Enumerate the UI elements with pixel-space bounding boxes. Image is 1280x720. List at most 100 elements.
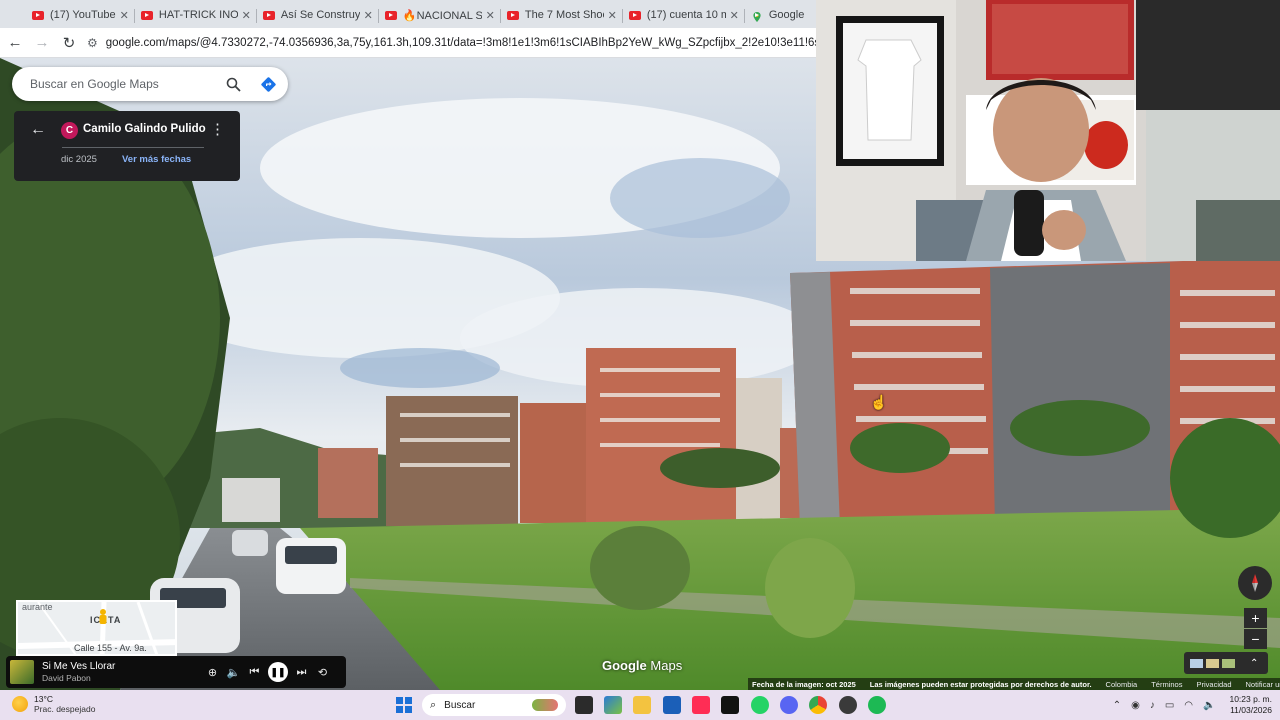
more-options-icon[interactable]: ⋮ xyxy=(210,120,225,138)
layer-thumbnail[interactable] xyxy=(1206,658,1219,668)
tab-title: 🔥NACIONAL SE CONS xyxy=(402,9,482,22)
youtube-icon xyxy=(506,10,519,20)
zoom-out-button[interactable]: − xyxy=(1244,629,1267,649)
display-icon[interactable]: ▭ xyxy=(1165,700,1174,711)
tiktok-icon[interactable] xyxy=(721,696,739,714)
pause-button[interactable]: ❚❚ xyxy=(268,662,288,682)
taskbar-search[interactable]: ⌕ Buscar xyxy=(422,694,566,716)
whatsapp-icon[interactable] xyxy=(751,696,769,714)
spotify-icon[interactable] xyxy=(868,696,886,714)
divider xyxy=(62,147,204,148)
capture-date: dic 2025 xyxy=(61,154,97,165)
volume-icon[interactable]: 🔈 xyxy=(223,666,244,679)
search-icon: ⌕ xyxy=(430,698,437,711)
address-bar[interactable]: ⚙ google.com/maps/@4.7330272,-74.0356936… xyxy=(81,31,816,55)
previous-track-icon[interactable]: ⏮ xyxy=(244,666,265,679)
close-tab-icon[interactable]: ✕ xyxy=(730,9,739,22)
weather-temperature: 13°C xyxy=(34,694,53,704)
chrome-icon[interactable] xyxy=(809,696,827,714)
browser-tab[interactable]: The 7 Most Shocking ✕ xyxy=(501,2,623,28)
clock-time: 10:23 p. m. xyxy=(1229,694,1272,704)
browser-tab[interactable]: 🔥NACIONAL SE CONS ✕ xyxy=(379,2,501,28)
url-text: google.com/maps/@4.7330272,-74.0356936,3… xyxy=(105,36,816,49)
close-tab-icon[interactable]: ✕ xyxy=(242,9,251,22)
layer-thumbnail[interactable] xyxy=(1222,658,1235,668)
task-view-icon[interactable] xyxy=(575,696,593,714)
browser-tab[interactable]: Así Se Construye La M ✕ xyxy=(257,2,379,28)
logo-maps: Maps xyxy=(650,658,683,673)
report-problem-link[interactable]: Notificar un problema xyxy=(1246,680,1280,689)
tab-title: HAT-TRICK INOLVIDABLE xyxy=(158,9,238,21)
clock-date: 11/03/2026 xyxy=(1230,705,1272,715)
system-tray: ⌃ ◉ ♪ ▭ ◠ 🔈 10:23 p. m. 11/03/2026 xyxy=(1103,694,1272,716)
logo-google: Google xyxy=(602,658,647,673)
close-tab-icon[interactable]: ✕ xyxy=(608,9,617,22)
mini-map[interactable]: aurante ICETA Calle 155 - Av. 9a. xyxy=(16,600,177,656)
expand-up-icon[interactable]: ⌃ xyxy=(1250,658,1258,669)
street-view-info-card: ← C Camilo Galindo Pulido ⋮ dic 2025 Ver… xyxy=(14,111,240,181)
search-icon[interactable] xyxy=(218,77,248,92)
system-clock[interactable]: 10:23 p. m. 11/03/2026 xyxy=(1229,694,1272,716)
show-hidden-icons-icon[interactable]: ⌃ xyxy=(1113,700,1121,711)
maps-search-box[interactable]: Buscar en Google Maps xyxy=(12,67,288,101)
imagery-layers-control[interactable]: ⌃ xyxy=(1184,652,1268,674)
google-maps-logo: Google Maps xyxy=(602,658,682,673)
back-arrow-icon[interactable]: ← xyxy=(3,31,27,55)
author-name[interactable]: Camilo Galindo Pulido xyxy=(83,123,206,135)
tiktok-app-icon[interactable] xyxy=(692,696,710,714)
microphone-icon[interactable]: ♪ xyxy=(1150,700,1155,711)
terms-link[interactable]: Términos xyxy=(1151,680,1182,689)
close-tab-icon[interactable]: ✕ xyxy=(364,9,373,22)
windows-start-icon[interactable] xyxy=(396,697,412,713)
tab-title: The 7 Most Shocking xyxy=(524,9,604,21)
weather-condition: Prac. despejado xyxy=(34,704,96,714)
volume-icon[interactable]: 🔈 xyxy=(1203,700,1215,711)
song-artist: David Pabon xyxy=(42,673,91,683)
close-tab-icon[interactable]: ✕ xyxy=(120,9,129,22)
compass-icon[interactable] xyxy=(1238,566,1272,600)
browser-tab-active[interactable]: Google xyxy=(745,2,816,28)
zoom-in-button[interactable]: + xyxy=(1244,608,1267,628)
country-link[interactable]: Colombia xyxy=(1106,680,1138,689)
file-explorer-icon[interactable] xyxy=(633,696,651,714)
taskbar-search-label: Buscar xyxy=(444,699,476,711)
google-maps-icon xyxy=(751,11,763,22)
browser-tab[interactable]: (17) cuenta 10 min - ✕ xyxy=(623,2,745,28)
close-tab-icon[interactable]: ✕ xyxy=(486,9,495,22)
browser-tab-strip: (17) YouTube ✕ HAT-TRICK INOLVIDABLE ✕ A… xyxy=(0,0,816,28)
webcam-feed xyxy=(816,0,1280,261)
youtube-icon xyxy=(384,10,397,20)
maps-footer: Fecha de la imagen: oct 2025 Las imágene… xyxy=(748,678,1280,690)
browser-toolbar: ← → ↻ ⚙ google.com/maps/@4.7330272,-74.0… xyxy=(0,28,816,58)
privacy-link[interactable]: Privacidad xyxy=(1196,680,1231,689)
network-icon[interactable]: ◉ xyxy=(1131,700,1140,711)
next-track-icon[interactable]: ⏭ xyxy=(291,666,312,679)
browser-tab[interactable]: (17) YouTube ✕ xyxy=(26,2,135,28)
directions-icon[interactable] xyxy=(248,76,288,93)
wifi-icon[interactable]: ◠ xyxy=(1184,700,1193,711)
back-arrow-icon[interactable]: ← xyxy=(30,121,46,139)
obs-icon[interactable] xyxy=(839,696,857,714)
image-date: Fecha de la imagen: oct 2025 xyxy=(752,679,856,689)
add-icon[interactable]: ⊕ xyxy=(202,666,223,679)
search-input[interactable]: Buscar en Google Maps xyxy=(30,77,218,91)
pegman-icon xyxy=(99,609,107,624)
see-more-dates-link[interactable]: Ver más fechas xyxy=(122,154,191,165)
author-avatar: C xyxy=(61,122,78,139)
tab-title: (17) cuenta 10 min - xyxy=(646,9,726,21)
weather-widget[interactable]: 13°C Prac. despejado xyxy=(12,694,95,714)
hand-cursor-icon: ☝ xyxy=(870,394,888,410)
copyright-notice: Las imágenes pueden estar protegidas por… xyxy=(869,679,1092,689)
browser-tab[interactable]: HAT-TRICK INOLVIDABLE ✕ xyxy=(135,2,257,28)
forward-arrow-icon[interactable]: → xyxy=(30,31,54,55)
site-info-icon[interactable]: ⚙ xyxy=(87,36,98,50)
search-highlight-icon xyxy=(532,699,558,711)
layer-thumbnail[interactable] xyxy=(1190,658,1203,668)
store-icon[interactable] xyxy=(663,696,681,714)
repeat-icon[interactable]: ⟲ xyxy=(312,666,333,679)
weather-sun-icon xyxy=(12,696,28,712)
discord-icon[interactable] xyxy=(780,696,798,714)
widgets-app-icon[interactable] xyxy=(604,696,622,714)
youtube-icon xyxy=(32,10,44,20)
reload-icon[interactable]: ↻ xyxy=(57,31,81,55)
